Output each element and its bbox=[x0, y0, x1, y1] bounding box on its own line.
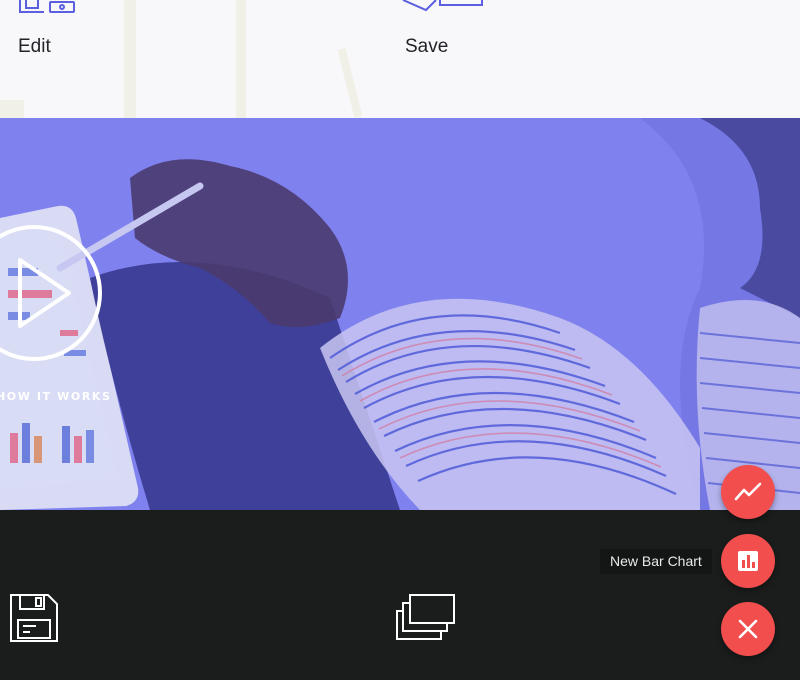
new-bar-chart-button[interactable] bbox=[721, 534, 775, 588]
background-decoration bbox=[124, 0, 136, 118]
bar-chart-icon bbox=[738, 551, 758, 571]
play-video-button[interactable] bbox=[0, 223, 104, 363]
tooltip: New Bar Chart bbox=[600, 549, 712, 574]
edit-icon bbox=[19, 0, 75, 13]
save-label: Save bbox=[405, 36, 449, 57]
footer-bar bbox=[0, 510, 800, 680]
how-it-works-label[interactable]: HOW IT WORKS bbox=[0, 390, 112, 403]
background-decoration bbox=[337, 48, 363, 118]
background-decoration bbox=[0, 100, 24, 118]
hero-banner: HOW IT WORKS bbox=[0, 118, 800, 510]
new-line-chart-button[interactable] bbox=[721, 465, 775, 519]
line-chart-icon bbox=[734, 482, 762, 501]
floppy-disk-icon bbox=[10, 594, 58, 642]
close-menu-button[interactable] bbox=[721, 602, 775, 656]
close-icon bbox=[738, 619, 758, 639]
stacked-windows-icon bbox=[396, 594, 455, 640]
features-strip: Edit Save bbox=[0, 0, 800, 118]
hero-background-image bbox=[0, 118, 800, 510]
edit-label: Edit bbox=[18, 36, 51, 57]
background-decoration bbox=[236, 0, 246, 118]
save-icon bbox=[402, 0, 483, 12]
